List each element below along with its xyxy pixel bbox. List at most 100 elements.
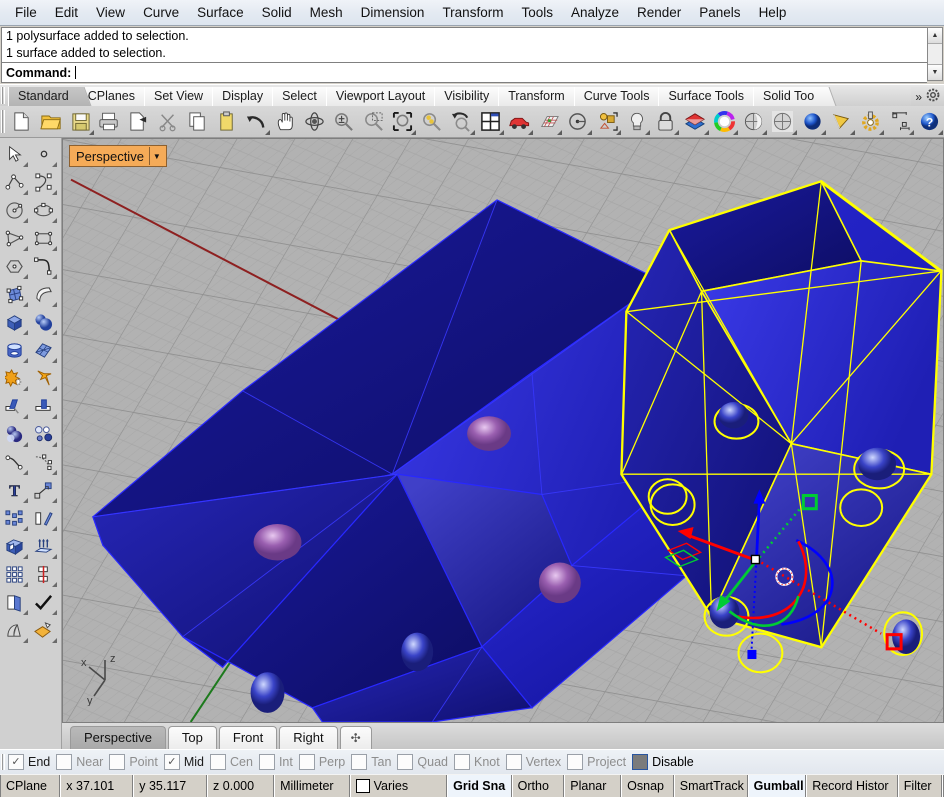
shaded-sphere-icon[interactable] xyxy=(739,107,768,136)
osnap-int-checkbox[interactable] xyxy=(259,754,275,770)
view-tab-perspective[interactable]: Perspective xyxy=(70,726,166,749)
tab-display[interactable]: Display xyxy=(212,87,274,106)
tab-select[interactable]: Select xyxy=(272,87,328,106)
menu-solid[interactable]: Solid xyxy=(253,2,301,23)
viewport-title-dropdown[interactable]: Perspective ▼ xyxy=(69,145,167,167)
status-toggle-grid-snap[interactable]: Grid Sna xyxy=(447,775,512,797)
split-icon[interactable] xyxy=(29,392,58,420)
osnap-quad[interactable]: Quad xyxy=(397,754,448,770)
osnap-project-checkbox[interactable] xyxy=(567,754,583,770)
command-scrollbar[interactable]: ▲ ▼ xyxy=(927,27,943,81)
dimension-icon[interactable] xyxy=(885,107,914,136)
trim-icon[interactable] xyxy=(0,392,29,420)
explode-icon[interactable] xyxy=(29,364,58,392)
copy-icon[interactable] xyxy=(183,107,212,136)
sphere-solid-icon[interactable] xyxy=(29,308,58,336)
status-toggle-smarttrack[interactable]: SmartTrack xyxy=(674,775,748,797)
open-file-icon[interactable] xyxy=(36,107,65,136)
osnap-knot-checkbox[interactable] xyxy=(454,754,470,770)
curve-from-object-icon[interactable] xyxy=(0,448,29,476)
view-tab-front[interactable]: Front xyxy=(219,726,277,749)
object-properties-icon[interactable] xyxy=(593,107,622,136)
osnap-project[interactable]: Project xyxy=(567,754,626,770)
status-toggle-planar[interactable]: Planar xyxy=(564,775,621,797)
menu-help[interactable]: Help xyxy=(750,2,796,23)
ghosted-sphere-icon[interactable] xyxy=(768,107,797,136)
menu-edit[interactable]: Edit xyxy=(46,2,87,23)
status-toggle-osnap[interactable]: Osnap xyxy=(621,775,674,797)
boolean-union-icon[interactable] xyxy=(0,364,29,392)
rectangle-icon[interactable] xyxy=(29,224,58,252)
cylinder-solid-icon[interactable] xyxy=(0,336,29,364)
flat-shade-icon[interactable] xyxy=(827,107,856,136)
menu-file[interactable]: File xyxy=(6,2,46,23)
tab-transform[interactable]: Transform xyxy=(498,87,576,106)
tab-standard[interactable]: Standard xyxy=(8,87,80,106)
tab-solid-tools[interactable]: Solid Too xyxy=(753,87,825,106)
extrude-surface-icon[interactable] xyxy=(29,280,58,308)
status-toggle-filter[interactable]: Filter xyxy=(898,775,942,797)
color-wheel-icon[interactable] xyxy=(710,107,739,136)
osnap-near[interactable]: Near xyxy=(56,754,103,770)
save-file-icon[interactable] xyxy=(66,107,95,136)
osnap-disable[interactable]: Disable xyxy=(632,754,694,770)
ellipse-icon[interactable] xyxy=(29,196,58,224)
cut-scissors-icon[interactable] xyxy=(153,107,182,136)
osnap-cen-checkbox[interactable] xyxy=(210,754,226,770)
surface-mesh-icon[interactable] xyxy=(29,336,58,364)
scroll-up-arrow-icon[interactable]: ▲ xyxy=(928,28,942,44)
pan-hand-icon[interactable] xyxy=(271,107,300,136)
circle-center-icon[interactable] xyxy=(563,107,592,136)
curve-tools-icon[interactable] xyxy=(29,448,58,476)
zoom-in-out-icon[interactable] xyxy=(329,107,358,136)
rendered-sphere-icon[interactable] xyxy=(798,107,827,136)
tab-visibility[interactable]: Visibility xyxy=(434,87,500,106)
status-toggle-record-history[interactable]: Record Histor xyxy=(806,775,898,797)
surface-from-points-icon[interactable] xyxy=(0,280,29,308)
tab-viewport-layout[interactable]: Viewport Layout xyxy=(326,87,436,106)
tab-set-view[interactable]: Set View xyxy=(144,87,214,106)
rotate-view-icon[interactable] xyxy=(300,107,329,136)
osnap-disable-checkbox[interactable] xyxy=(632,754,648,770)
mirror-move-icon[interactable] xyxy=(29,504,58,532)
viewport-3d-scene[interactable] xyxy=(63,139,943,722)
lock-layer-icon[interactable] xyxy=(651,107,680,136)
osnap-point-checkbox[interactable] xyxy=(109,754,125,770)
cplane-grid-icon[interactable] xyxy=(534,107,563,136)
osnap-point[interactable]: Point xyxy=(109,754,158,770)
osnap-knot[interactable]: Knot xyxy=(454,754,500,770)
tab-surface-tools[interactable]: Surface Tools xyxy=(658,87,755,106)
osnap-cen[interactable]: Cen xyxy=(210,754,253,770)
arc-triangle-icon[interactable] xyxy=(0,224,29,252)
osnap-vertex[interactable]: Vertex xyxy=(506,754,561,770)
osnap-near-checkbox[interactable] xyxy=(56,754,72,770)
select-arrow-icon[interactable] xyxy=(0,140,29,168)
print-icon[interactable] xyxy=(95,107,124,136)
menu-transform[interactable]: Transform xyxy=(433,2,512,23)
cap-solid-icon[interactable] xyxy=(0,532,29,560)
menu-dimension[interactable]: Dimension xyxy=(352,2,434,23)
zoom-extents-icon[interactable] xyxy=(388,107,417,136)
circle-icon[interactable] xyxy=(0,196,29,224)
status-units[interactable]: Millimeter xyxy=(274,775,350,797)
grid-array-icon[interactable] xyxy=(0,560,29,588)
polyline-icon[interactable] xyxy=(0,168,29,196)
add-viewport-tab-button[interactable]: ✣ xyxy=(340,726,372,749)
render-settings-gear-icon[interactable] xyxy=(856,107,885,136)
osnap-perp-checkbox[interactable] xyxy=(299,754,315,770)
osnap-end[interactable]: ✓ End xyxy=(8,754,50,770)
tab-overflow-chevron-icon[interactable]: » xyxy=(913,90,924,104)
osnap-mid[interactable]: ✓ Mid xyxy=(164,754,204,770)
offset-icon[interactable] xyxy=(29,420,58,448)
osnap-perp[interactable]: Perp xyxy=(299,754,345,770)
status-toggle-gumball[interactable]: Gumball xyxy=(748,775,807,797)
layers-icon[interactable] xyxy=(680,107,709,136)
status-toggle-ortho[interactable]: Ortho xyxy=(512,775,565,797)
analyze-direction-icon[interactable] xyxy=(29,560,58,588)
perspective-viewport[interactable]: Perspective ▼ z x y xyxy=(62,138,944,723)
menu-curve[interactable]: Curve xyxy=(134,2,188,23)
curve-blend-icon[interactable] xyxy=(29,252,58,280)
menu-mesh[interactable]: Mesh xyxy=(301,2,352,23)
cut-paste-icon[interactable] xyxy=(124,107,153,136)
zoom-window-icon[interactable] xyxy=(358,107,387,136)
